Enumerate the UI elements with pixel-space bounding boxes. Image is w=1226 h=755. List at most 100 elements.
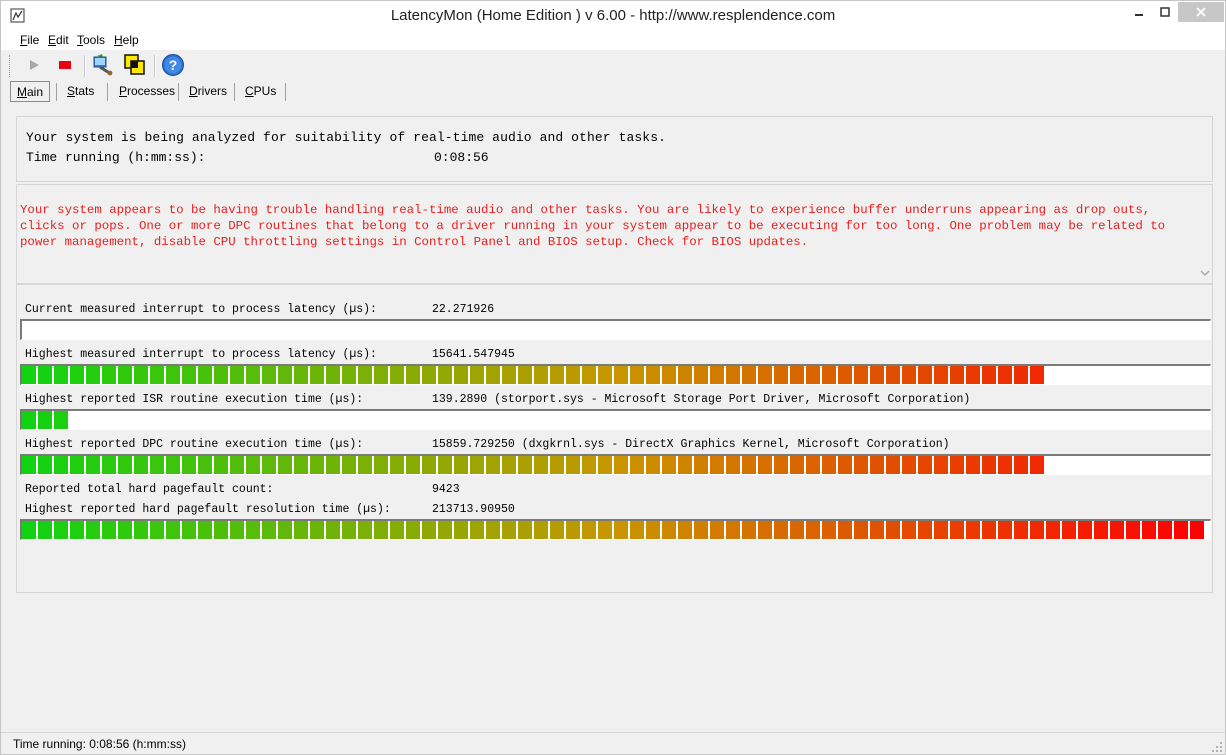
driver-check-icon — [91, 53, 115, 80]
menu-help[interactable]: Help — [114, 33, 139, 47]
status-bar-text: Time running: 0:08:56 (h:mm:ss) — [13, 737, 186, 751]
meter-segment — [214, 366, 228, 384]
meter-segment — [406, 366, 420, 384]
meter-segment — [614, 366, 628, 384]
meter-segment — [182, 521, 196, 539]
tab-separator — [234, 83, 235, 101]
meter-segment — [678, 521, 692, 539]
meter-segment — [390, 456, 404, 474]
highest-isr-value: 139.2890 (storport.sys - Microsoft Stora… — [432, 393, 971, 406]
maximize-button[interactable] — [1151, 2, 1178, 22]
current-latency-meter — [20, 319, 1211, 340]
meter-segment — [982, 456, 996, 474]
meter-segment — [950, 456, 964, 474]
meter-segment — [294, 521, 308, 539]
analysis-summary-panel: Your system is being analyzed for suitab… — [16, 116, 1213, 182]
tab-separator — [107, 83, 108, 101]
menu-bar: File Edit Tools Help — [1, 30, 1225, 50]
meter-segment — [646, 366, 660, 384]
meter-segment — [790, 521, 804, 539]
meter-segment — [662, 366, 676, 384]
meter-segment — [614, 521, 628, 539]
meter-segment — [262, 366, 276, 384]
meter-segment — [614, 456, 628, 474]
meter-segment — [182, 366, 196, 384]
meter-segment — [518, 366, 532, 384]
meter-segment — [454, 366, 468, 384]
windows-button[interactable] — [121, 53, 149, 79]
tab-drivers[interactable]: Drivers — [183, 81, 233, 101]
meter-segment — [486, 521, 500, 539]
meter-segment — [886, 521, 900, 539]
meter-segment — [598, 521, 612, 539]
conclusion-panel[interactable]: Your system appears to be having trouble… — [16, 184, 1213, 284]
toolbar-separator — [84, 55, 86, 77]
tab-stats[interactable]: Stats — [61, 81, 100, 101]
meter-segment — [198, 456, 212, 474]
meter-segment — [1078, 521, 1092, 539]
start-button[interactable] — [20, 53, 48, 79]
close-button[interactable] — [1178, 2, 1224, 22]
meter-segment — [278, 521, 292, 539]
meter-segment — [646, 456, 660, 474]
toolbar-grip[interactable] — [9, 55, 12, 77]
help-button[interactable]: ? — [159, 53, 187, 79]
menu-file[interactable]: File — [20, 33, 39, 47]
analysis-status-text: Your system is being analyzed for suitab… — [26, 130, 667, 145]
driver-check-button[interactable] — [89, 53, 117, 79]
meter-segment — [374, 521, 388, 539]
meter-segment — [38, 521, 52, 539]
meter-segment — [598, 366, 612, 384]
stop-icon — [58, 58, 72, 75]
play-icon — [27, 58, 41, 75]
meter-segment — [806, 521, 820, 539]
meter-segment — [710, 521, 724, 539]
title-bar[interactable]: LatencyMon (Home Edition ) v 6.00 - http… — [1, 1, 1225, 30]
scroll-down-icon[interactable] — [1199, 267, 1211, 279]
meter-segment — [838, 521, 852, 539]
meter-segment — [454, 521, 468, 539]
meter-segment — [358, 456, 372, 474]
meter-segment — [1094, 521, 1108, 539]
resize-grip-icon[interactable] — [1211, 741, 1223, 753]
meter-segment — [102, 366, 116, 384]
meter-segment — [918, 456, 932, 474]
meter-segment — [710, 366, 724, 384]
meter-segment — [438, 456, 452, 474]
meter-segment — [918, 366, 932, 384]
meter-segment — [726, 456, 740, 474]
meter-segment — [406, 521, 420, 539]
menu-edit[interactable]: Edit — [48, 33, 69, 47]
meter-segment — [678, 366, 692, 384]
meter-segment — [630, 521, 644, 539]
meter-segment — [230, 366, 244, 384]
meter-segment — [1062, 521, 1076, 539]
tab-processes[interactable]: Processes — [113, 81, 181, 101]
meter-segment — [342, 521, 356, 539]
meter-segment — [278, 366, 292, 384]
meter-segment — [742, 521, 756, 539]
meter-segment — [678, 456, 692, 474]
meter-segment — [502, 366, 516, 384]
meter-segment — [742, 366, 756, 384]
meter-segment — [358, 521, 372, 539]
meter-segment — [566, 521, 580, 539]
tab-separator — [285, 83, 286, 101]
tab-cpus[interactable]: CPUs — [239, 81, 282, 101]
tab-bar: Main Stats Processes Drivers CPUs — [1, 81, 1225, 103]
meter-segment — [662, 456, 676, 474]
highest-dpc-meter — [20, 454, 1211, 475]
stop-button[interactable] — [51, 53, 79, 79]
status-bar: Time running: 0:08:56 (h:mm:ss) — [1, 732, 1225, 754]
meter-segment — [1030, 366, 1044, 384]
menu-tools[interactable]: Tools — [77, 33, 105, 47]
minimize-button[interactable] — [1125, 2, 1152, 22]
meter-segment — [342, 456, 356, 474]
meter-segment — [54, 521, 68, 539]
meter-segment — [1030, 456, 1044, 474]
tab-main[interactable]: Main — [10, 81, 51, 102]
meter-segment — [470, 366, 484, 384]
meter-segment — [150, 456, 164, 474]
meter-segment — [630, 456, 644, 474]
meter-segment — [278, 456, 292, 474]
